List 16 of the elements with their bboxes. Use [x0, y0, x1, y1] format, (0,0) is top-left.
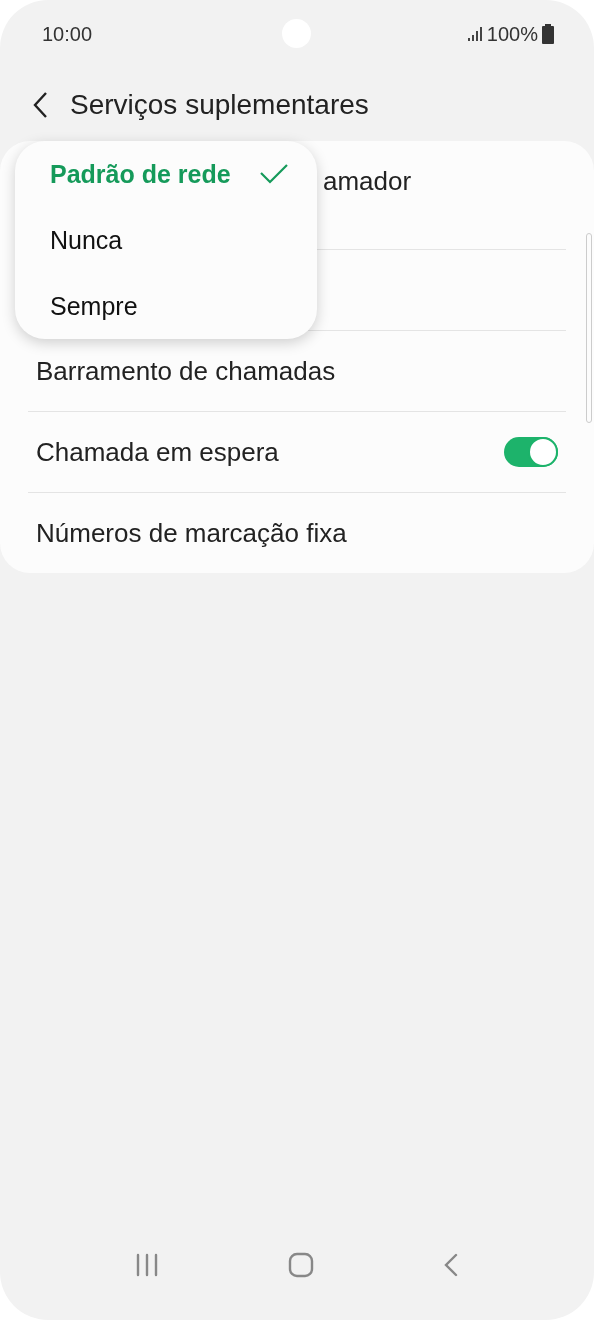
check-icon	[259, 163, 289, 185]
menu-option[interactable]: Padrão de rede	[15, 141, 317, 207]
menu-option[interactable]: Nunca	[15, 207, 317, 273]
back-icon[interactable]	[32, 90, 48, 119]
signal-icon	[466, 26, 483, 42]
battery-icon	[542, 24, 554, 44]
toggle-switch[interactable]	[504, 437, 558, 467]
page-title: Serviços suplementares	[70, 88, 369, 121]
setting-label[interactable]: Números de marcação fixa	[36, 517, 347, 549]
setting-label[interactable]: Barramento de chamadas	[36, 355, 336, 387]
home-icon[interactable]	[288, 1252, 314, 1278]
menu-option[interactable]: Sempre	[15, 273, 317, 339]
setting-label[interactable]: Chamada em espera	[36, 436, 279, 468]
battery-percent: 100%	[486, 22, 538, 46]
status-time: 10:00	[42, 22, 93, 46]
recent-apps-icon[interactable]	[134, 1253, 159, 1277]
